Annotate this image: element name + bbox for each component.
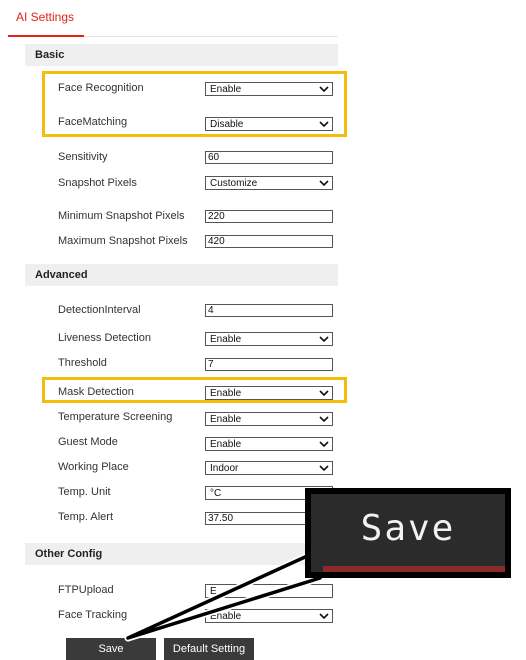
select-value: Enable xyxy=(210,439,242,450)
section-basic: Basic xyxy=(25,44,338,66)
detection-interval-input[interactable]: 4 xyxy=(205,304,333,317)
chevron-down-icon xyxy=(319,441,329,448)
highlight-box-mask xyxy=(42,377,347,403)
input-value: 7 xyxy=(208,359,214,370)
working-place-select[interactable]: Indoor xyxy=(205,461,333,475)
face-tracking-label: Face Tracking xyxy=(58,609,128,621)
temperature-screening-label: Temperature Screening xyxy=(58,411,173,423)
input-value: 4 xyxy=(208,305,214,316)
save-zoom-callout: Save xyxy=(305,488,511,578)
input-value: 420 xyxy=(208,236,225,247)
input-value: 220 xyxy=(208,211,225,222)
max-snapshot-input[interactable]: 420 xyxy=(205,235,333,248)
chevron-down-icon xyxy=(319,465,329,472)
callout-label: Save xyxy=(360,508,456,549)
callout-underline xyxy=(323,566,505,572)
temp-unit-label: Temp. Unit xyxy=(58,486,111,498)
ftp-upload-select[interactable]: E xyxy=(205,584,333,598)
section-other-config: Other Config xyxy=(25,543,338,565)
guest-mode-label: Guest Mode xyxy=(58,436,118,448)
min-snapshot-input[interactable]: 220 xyxy=(205,210,333,223)
threshold-input[interactable]: 7 xyxy=(205,358,333,371)
select-value: Enable xyxy=(210,414,242,425)
max-snapshot-label: Maximum Snapshot Pixels xyxy=(58,235,188,247)
section-title: Other Config xyxy=(35,548,103,560)
working-place-label: Working Place xyxy=(58,461,129,473)
guest-mode-select[interactable]: Enable xyxy=(205,437,333,451)
tab-ai-settings[interactable]: AI Settings xyxy=(16,10,74,24)
snapshot-pixels-label: Snapshot Pixels xyxy=(58,177,137,189)
chevron-down-icon xyxy=(319,613,329,620)
select-value: Enable xyxy=(210,611,242,622)
input-value: 60 xyxy=(208,152,220,163)
sensitivity-label: Sensitivity xyxy=(58,151,108,163)
input-value: 37.50 xyxy=(208,513,234,524)
min-snapshot-label: Minimum Snapshot Pixels xyxy=(58,210,185,222)
chevron-down-icon xyxy=(319,416,329,423)
threshold-label: Threshold xyxy=(58,357,107,369)
highlight-box-face xyxy=(42,71,347,137)
tab-active-underline xyxy=(8,35,84,37)
liveness-detection-select[interactable]: Enable xyxy=(205,332,333,346)
temperature-screening-select[interactable]: Enable xyxy=(205,412,333,426)
section-title: Advanced xyxy=(35,269,88,281)
face-tracking-select[interactable]: Enable xyxy=(205,609,333,623)
select-value: E xyxy=(210,586,217,597)
snapshot-pixels-select[interactable]: Customize xyxy=(205,176,333,190)
sensitivity-input[interactable]: 60 xyxy=(205,151,333,164)
ftp-upload-label: FTPUpload xyxy=(58,584,114,596)
select-value: Indoor xyxy=(210,463,239,474)
select-value: °C xyxy=(210,488,222,499)
liveness-detection-label: Liveness Detection xyxy=(58,332,151,344)
select-value: Customize xyxy=(210,178,258,189)
section-title: Basic xyxy=(35,49,65,61)
detection-interval-label: DetectionInterval xyxy=(58,304,141,316)
select-value: Enable xyxy=(210,334,242,345)
section-advanced: Advanced xyxy=(25,264,338,286)
temp-alert-label: Temp. Alert xyxy=(58,511,114,523)
chevron-down-icon xyxy=(319,180,329,187)
chevron-down-icon xyxy=(319,336,329,343)
